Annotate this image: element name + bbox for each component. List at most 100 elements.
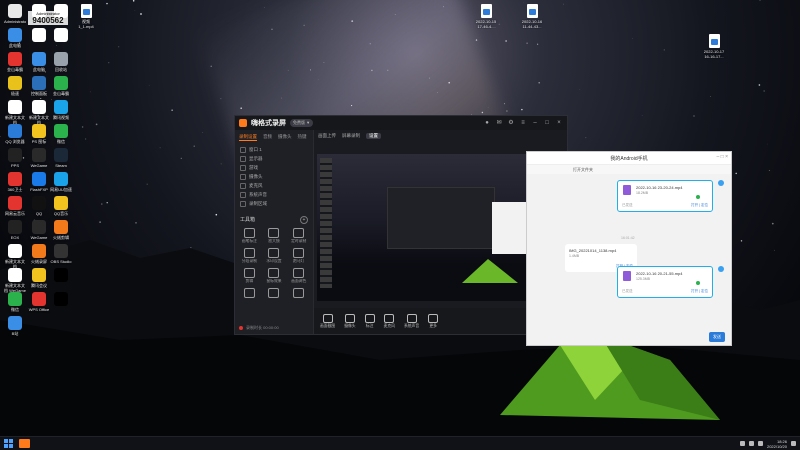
sidebar-tab[interactable]: 音频 [263, 134, 272, 141]
desktop-icon[interactable]: 微信 [50, 124, 72, 149]
phone-window-titlebar[interactable]: 我的Android手机 – □ × [527, 152, 731, 165]
toolbox-item[interactable]: 画面调色 [287, 268, 310, 284]
windows-start-icon[interactable] [4, 439, 13, 448]
desktop-icon[interactable]: 新建文本文档 [28, 100, 50, 125]
source-item[interactable]: 游戏 [235, 163, 313, 172]
desktop-icon[interactable]: 此电脑 [28, 52, 50, 77]
desktop-icon[interactable]: 网易云音乐 [4, 196, 26, 221]
desktop-icon[interactable]: 腾讯视频 [50, 100, 72, 125]
toolbox-item[interactable]: 跑马灯 [287, 248, 310, 264]
mail-icon[interactable]: ✉ [495, 119, 503, 127]
menu-icon[interactable]: ≡ [519, 119, 527, 127]
network-icon[interactable] [748, 441, 754, 446]
minimize-icon[interactable]: – [531, 119, 539, 127]
desktop-icon[interactable]: 网易UU加速 [50, 172, 72, 197]
taskbar-recorder-icon[interactable] [19, 439, 30, 448]
avatar-icon[interactable]: ● [483, 119, 491, 127]
toolbox-item[interactable]: 放大镜 [263, 228, 286, 244]
desktop-icon[interactable]: 腾讯会议 [28, 268, 50, 293]
main-tab[interactable]: 屏幕录制 [342, 133, 360, 139]
desktop-icon[interactable]: 新建文本文档 [4, 100, 26, 125]
bottom-tool-button[interactable]: 标注 [364, 313, 375, 329]
checkbox-icon[interactable] [240, 191, 246, 198]
desktop-icon[interactable]: WPS Office [28, 292, 50, 317]
desktop-icon[interactable]: 火绒剪辑 [50, 220, 72, 245]
volume-icon[interactable] [757, 441, 763, 446]
source-item[interactable]: 窗口 1 [235, 145, 313, 154]
source-item[interactable]: 系统声音 [235, 190, 313, 199]
toolbox-item[interactable]: 鼠标效果 [263, 268, 286, 284]
desktop-icon[interactable]: QQ音乐 [50, 196, 72, 221]
desktop-icon[interactable]: PPS [4, 148, 26, 173]
desktop-icon[interactable]: QQ [28, 196, 50, 221]
desktop-icon[interactable]: 极速 [4, 76, 26, 101]
checkbox-icon[interactable] [240, 200, 246, 207]
toolbox-item[interactable]: 定时录制 [287, 228, 310, 244]
toolbox-item[interactable]: 分段录制 [238, 248, 261, 264]
desktop-icon[interactable]: 火绒录屏 [28, 244, 50, 269]
bottom-tool-button[interactable]: 摄像头 [344, 313, 356, 329]
bottom-tool-button[interactable]: 更多 [428, 313, 439, 329]
desktop-icon[interactable] [50, 292, 72, 317]
sidebar-tab[interactable]: 摄像头 [278, 134, 292, 141]
desktop-icon[interactable]: 控制面板 [28, 76, 50, 101]
toolbox-item[interactable] [287, 288, 310, 299]
file-actions[interactable]: 打开 | 定位 [691, 203, 708, 208]
desktop-icon[interactable]: 新建文本文档 [4, 244, 26, 269]
desktop-icon[interactable]: EOX [4, 220, 26, 245]
window-controls-icon[interactable]: – □ × [717, 154, 729, 160]
desktop-icon[interactable]: 金山毒霸 [50, 76, 72, 101]
desktop-file-icon[interactable]: 视频 1_1.mp4 [72, 4, 100, 29]
bottom-tool-button[interactable]: 麦克风 [384, 313, 395, 329]
toolbox-item[interactable]: 剪辑 [238, 268, 261, 284]
source-item[interactable]: 显示器 [235, 154, 313, 163]
toolbox-item[interactable]: 画笔标注 [238, 228, 261, 244]
recorder-titlebar[interactable]: 嗨格式录屏 免费版 ▼ ● ✉ ⚙ ≡ – □ × [235, 116, 567, 130]
checkbox-icon[interactable] [240, 155, 246, 162]
file-actions[interactable]: 打开 | 定位 [691, 289, 708, 294]
toolbox-item[interactable] [263, 288, 286, 299]
send-button[interactable]: 发送 [709, 332, 725, 342]
desktop-file-icon[interactable]: 2022-10-17 16-16-17... [700, 34, 728, 59]
desktop-icon[interactable]: Administrator [4, 4, 26, 29]
notification-icon[interactable] [791, 441, 796, 446]
file-message-sent[interactable]: 2022-10-16 23-20-24.mp4 18.2MB 已发送 打开 | … [617, 180, 713, 212]
desktop-icon[interactable]: QQ 浏览器 [4, 124, 26, 149]
checkbox-icon[interactable] [240, 173, 246, 180]
recorder-version-badge[interactable]: 免费版 ▼ [290, 119, 314, 127]
toolbox-add-icon[interactable]: + [300, 216, 308, 224]
screen-recorder-window[interactable]: 嗨格式录屏 免费版 ▼ ● ✉ ⚙ ≡ – □ × 录制设置 音频 摄像头 热键 窗口… [234, 115, 568, 335]
desktop-icon[interactable]: B站 [4, 316, 26, 341]
desktop-icon[interactable]: PS 图标 [28, 124, 50, 149]
desktop-file-icon[interactable]: 2022-10-15 17-46-4... [472, 4, 500, 29]
desktop-icon[interactable]: 金山毒霸 [4, 52, 26, 77]
desktop-icon[interactable]: 微信 [4, 292, 26, 317]
desktop-icon[interactable]: WeGame [28, 220, 50, 245]
desktop-icon[interactable]: 新建文本文档 WeGame [4, 268, 26, 293]
bottom-tool-button[interactable]: 系统声音 [404, 313, 419, 329]
toolbox-item[interactable] [238, 288, 261, 299]
checkbox-icon[interactable] [240, 146, 246, 153]
desktop-icon[interactable]: 360卫士 [4, 172, 26, 197]
toolbox-item[interactable]: 水印设置 [263, 248, 286, 264]
source-item[interactable]: 录制区域 [235, 199, 313, 208]
tray-expand-icon[interactable] [739, 441, 745, 446]
source-item[interactable]: 麦克风 [235, 181, 313, 190]
clock[interactable]: 18:26 2022/10/20 [767, 439, 787, 449]
desktop-icon[interactable] [28, 28, 50, 53]
desktop-icon[interactable]: OBS Studio [50, 244, 72, 269]
maximize-icon[interactable]: □ [543, 119, 551, 127]
source-item[interactable]: 摄像头 [235, 172, 313, 181]
checkbox-icon[interactable] [240, 164, 246, 171]
settings-icon[interactable]: ⚙ [507, 119, 515, 127]
desktop-icon[interactable]: 此电脑 [4, 28, 26, 53]
sidebar-tab[interactable]: 热键 [298, 134, 307, 141]
desktop-icon[interactable]: WeGame [28, 148, 50, 173]
bottom-tool-button[interactable]: 画面截图 [320, 313, 335, 329]
main-tab[interactable]: 画面上传 [318, 133, 336, 139]
close-icon[interactable]: × [555, 119, 563, 127]
desktop-icon[interactable] [50, 268, 72, 293]
phone-transfer-window[interactable]: 我的Android手机 – □ × 打开文件夹 16:01:42 17:08:3… [526, 151, 732, 346]
sidebar-tab[interactable]: 录制设置 [239, 134, 257, 141]
file-message-sent[interactable]: 2022-10-16 20-21-55.mp4 125.3MB 已发送 打开 |… [617, 266, 713, 298]
